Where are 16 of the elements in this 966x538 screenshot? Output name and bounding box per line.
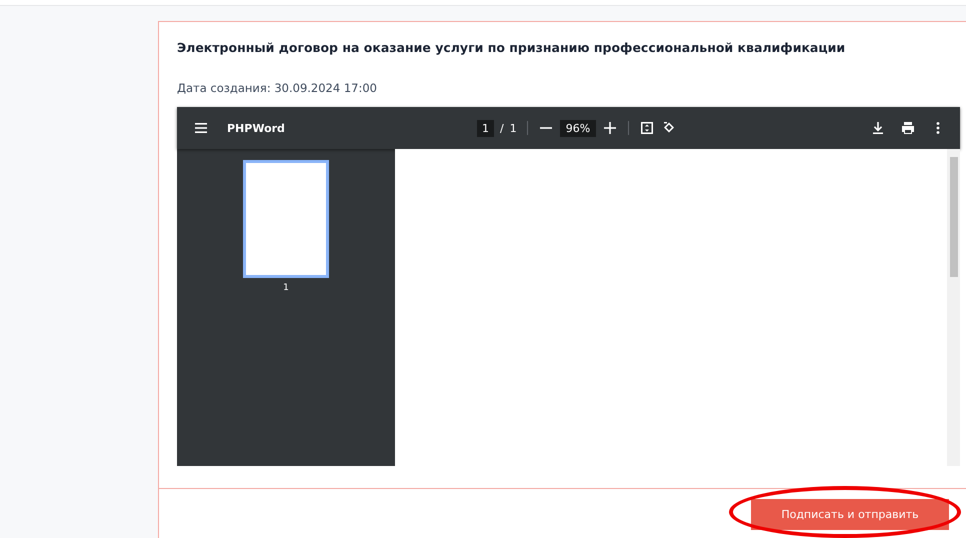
document-heading: Электронный договор на оказание услуги по признанию профессиональной квалификации	[177, 40, 846, 55]
sign-and-send-button[interactable]: Подписать и отправить	[751, 499, 949, 530]
page-count: 1	[510, 122, 517, 134]
creation-date: Дата создания: 30.09.2024 17:00	[177, 81, 378, 95]
thumbnail-label: 1	[283, 283, 289, 293]
scrollbar[interactable]	[947, 149, 960, 466]
menu-icon[interactable]	[193, 120, 209, 136]
document-title: PHPWord	[227, 122, 286, 134]
page-separator: /	[500, 122, 504, 134]
download-icon[interactable]	[870, 120, 886, 136]
page-number-field[interactable]: 1	[477, 120, 494, 136]
zoom-field[interactable]: 96%	[560, 120, 596, 136]
page-thumbnail[interactable]	[243, 160, 329, 278]
fit-page-icon[interactable]	[639, 120, 656, 136]
print-icon[interactable]	[900, 120, 916, 136]
zoom-in-icon[interactable]	[602, 120, 618, 136]
